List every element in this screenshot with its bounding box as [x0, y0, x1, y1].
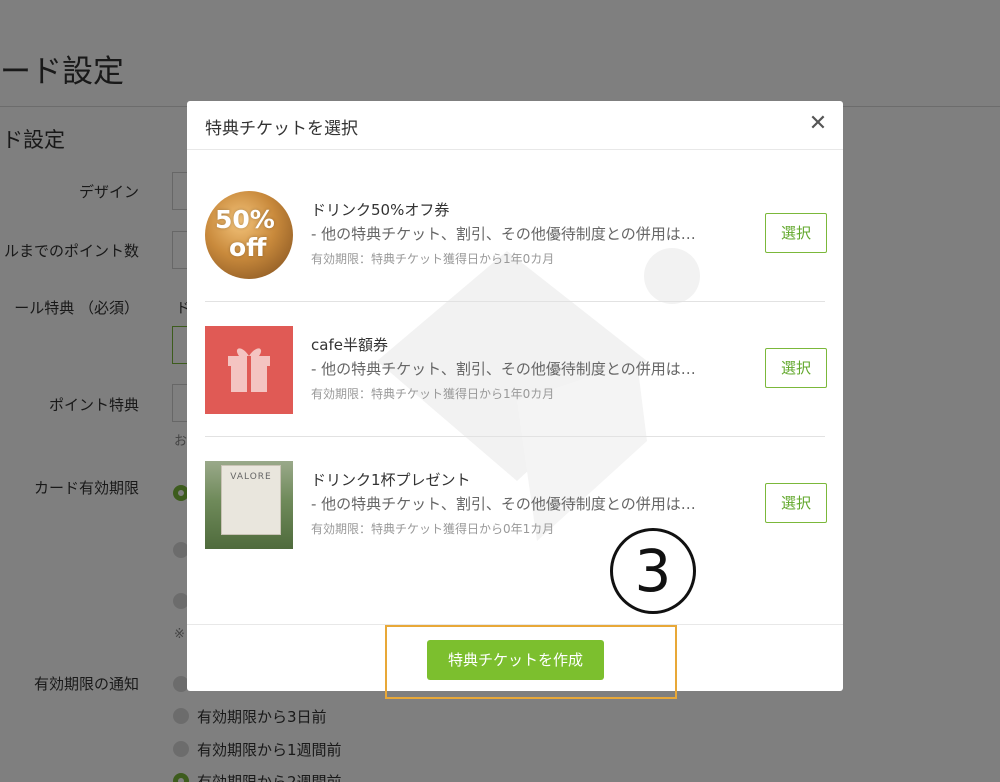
shop-sign-text: VALORE	[230, 472, 272, 482]
ticket-description: - 他の特典チケット、割引、その他優待制度との併用は…	[311, 360, 696, 378]
ticket-list: 50% off ドリンク50%オフ券 - 他の特典チケット、割引、その他優待制度…	[205, 167, 827, 572]
select-button[interactable]: 選択	[765, 483, 827, 523]
ticket-select-modal: 特典チケットを選択 ✕ 50% off ドリンク50%オフ券 - 他の特典チケッ…	[187, 101, 843, 691]
ticket-name: ドリンク50%オフ券	[311, 201, 450, 219]
ticket-expiry: 有効期限：特典チケット獲得日から0年1カ月	[311, 522, 555, 536]
ticket-thumbnail: 50% off	[205, 191, 293, 279]
ticket-name: ドリンク1杯プレゼント	[311, 471, 471, 489]
shop-sign-image: VALORE	[221, 465, 281, 535]
modal-header: 特典チケットを選択 ✕	[187, 101, 843, 150]
ticket-expiry: 有効期限：特典チケット獲得日から1年0カ月	[311, 252, 555, 266]
ticket-description: - 他の特典チケット、割引、その他優待制度との併用は…	[311, 495, 696, 513]
select-button[interactable]: 選択	[765, 348, 827, 388]
ticket-row: 50% off ドリンク50%オフ券 - 他の特典チケット、割引、その他優待制度…	[205, 167, 827, 302]
ticket-thumbnail: VALORE	[205, 461, 293, 549]
step-number-badge: 3	[610, 528, 696, 614]
gift-icon	[228, 348, 270, 392]
ticket-row: VALORE ドリンク1杯プレゼント - 他の特典チケット、割引、その他優待制度…	[205, 437, 827, 572]
ticket-thumbnail	[205, 326, 293, 414]
select-button[interactable]: 選択	[765, 213, 827, 253]
ticket-row: cafe半額券 - 他の特典チケット、割引、その他優待制度との併用は… 有効期限…	[205, 302, 827, 437]
thumbnail-text: 50%	[215, 205, 275, 234]
close-icon[interactable]: ✕	[807, 113, 829, 135]
annotation-highlight-box	[385, 625, 677, 699]
ticket-expiry: 有効期限：特典チケット獲得日から1年0カ月	[311, 387, 555, 401]
ticket-description: - 他の特典チケット、割引、その他優待制度との併用は…	[311, 225, 696, 243]
modal-title: 特典チケットを選択	[205, 119, 358, 139]
thumbnail-text: off	[229, 233, 267, 262]
ticket-name: cafe半額券	[311, 336, 388, 354]
